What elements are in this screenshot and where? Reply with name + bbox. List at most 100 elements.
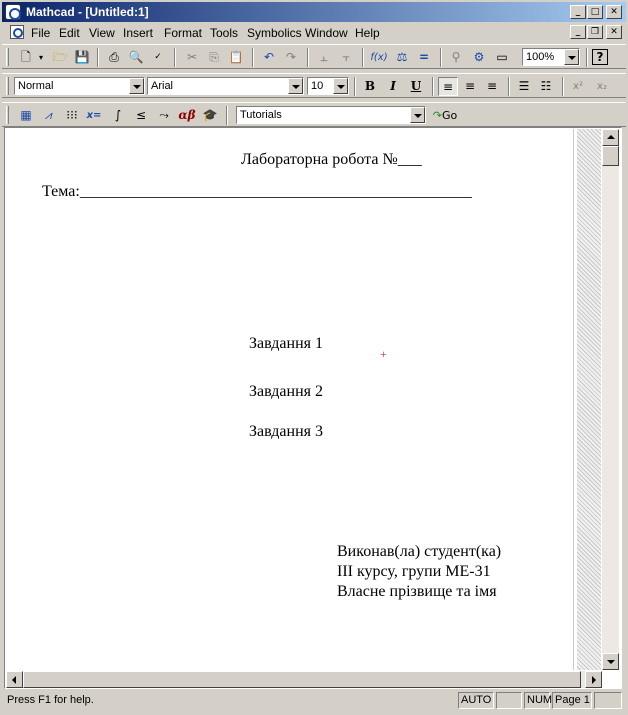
undo-icon[interactable]: ↶	[259, 48, 279, 67]
scroll-right-icon[interactable]	[585, 671, 602, 688]
new-file-icon[interactable]: 🗋	[16, 48, 36, 67]
task-3-text[interactable]: Завдання 3	[249, 423, 323, 441]
menu-edit[interactable]: Edit	[59, 26, 80, 40]
insert-component-icon[interactable]: ⚙	[469, 48, 489, 67]
superscript-icon[interactable]: x²	[568, 77, 588, 96]
font-value: Arial	[151, 80, 174, 92]
align-right-icon[interactable]: ≡	[482, 77, 502, 96]
new-dropdown-icon[interactable]: ▾	[36, 48, 46, 67]
align-down-icon[interactable]: ⫟	[336, 48, 356, 67]
subscript-icon[interactable]: x₂	[592, 77, 612, 96]
font-size-value: 10	[311, 80, 324, 92]
title-bar[interactable]: Mathcad - [Untitled:1] _ □ ✕	[2, 2, 626, 22]
resource-select[interactable]: Tutorials	[236, 106, 426, 124]
calculus-icon[interactable]: ∫	[108, 106, 128, 125]
task-1-text[interactable]: Завдання 1	[249, 335, 323, 353]
open-folder-icon[interactable]: 🗁	[50, 48, 70, 67]
bullet-list-icon[interactable]: ☰	[514, 77, 534, 96]
zoom-select[interactable]: 100%	[522, 48, 580, 66]
minimize-button[interactable]: _	[570, 5, 586, 19]
signature-line-2[interactable]: ІІІ курсу, групи МЕ-31	[337, 563, 491, 581]
toolbar-grip[interactable]	[6, 48, 9, 66]
caps-indicator	[496, 692, 522, 709]
boolean-icon[interactable]: ≤	[131, 106, 151, 125]
paste-icon[interactable]: 📋	[226, 48, 246, 67]
menu-window[interactable]: Window	[305, 26, 348, 40]
calculator-icon[interactable]: ▦	[16, 106, 36, 125]
resize-grip[interactable]	[594, 692, 622, 709]
programming-icon[interactable]: ⤳	[154, 106, 174, 125]
scroll-left-icon[interactable]	[6, 671, 23, 688]
doc-close-button[interactable]: ✕	[606, 25, 622, 39]
scroll-down-icon[interactable]	[602, 653, 619, 670]
task-2-text[interactable]: Завдання 2	[249, 383, 323, 401]
align-across-icon[interactable]: ⫠	[314, 48, 334, 67]
print-icon[interactable]: ⎙	[104, 48, 124, 67]
signature-line-3[interactable]: Власне прізвище та імя	[337, 583, 497, 601]
horizontal-scroll-thumb[interactable]	[23, 671, 581, 688]
topic-text[interactable]: Тема:___________________________________…	[42, 183, 472, 201]
menu-file[interactable]: File	[31, 26, 50, 40]
vertical-scrollbar[interactable]	[602, 129, 619, 670]
doc-minimize-button[interactable]: _	[570, 25, 586, 39]
help-icon[interactable]: ?	[592, 49, 608, 65]
horizontal-scrollbar[interactable]	[6, 671, 602, 688]
toolbar-grip[interactable]	[6, 77, 9, 95]
document-icon[interactable]	[10, 25, 24, 39]
page-edge-divider	[573, 129, 574, 670]
insert-unit-icon[interactable]: ⚖	[392, 48, 412, 67]
align-center-icon[interactable]: ≡	[460, 77, 480, 96]
menu-insert[interactable]: Insert	[123, 26, 153, 40]
zoom-value: 100%	[526, 51, 555, 63]
signature-line-1[interactable]: Виконав(ла) студент(ка)	[337, 543, 501, 561]
math-toolbar: ▦ ⩘ ⁝⁝⁝ x= ∫ ≤ ⤳ αβ 🎓 Tutorials ↷Go	[2, 102, 626, 127]
underline-button[interactable]: U	[406, 77, 426, 96]
print-preview-icon[interactable]: 🔍	[126, 48, 146, 67]
chevron-down-icon[interactable]	[410, 107, 425, 123]
redo-icon[interactable]: ↷	[281, 48, 301, 67]
vertical-scroll-thumb[interactable]	[602, 146, 619, 166]
insert-hyperlink-icon[interactable]: ⚲	[446, 48, 466, 67]
resource-center-icon[interactable]: ▭	[492, 48, 512, 67]
close-button[interactable]: ✕	[606, 5, 622, 19]
style-select[interactable]: Normal	[14, 77, 145, 95]
align-left-icon[interactable]: ≡	[438, 77, 458, 96]
bold-button[interactable]: B	[360, 77, 380, 96]
scroll-up-icon[interactable]	[602, 129, 619, 146]
cut-icon[interactable]: ✂	[182, 48, 202, 67]
lab-title-text[interactable]: Лабораторна робота №___	[241, 151, 422, 169]
evaluation-icon[interactable]: x=	[84, 106, 104, 125]
doc-restore-button[interactable]: ❐	[587, 25, 603, 39]
spell-check-icon[interactable]: ✓	[148, 48, 168, 67]
menu-format[interactable]: Format	[164, 26, 202, 40]
greek-icon[interactable]: αβ	[177, 106, 197, 125]
go-button[interactable]: ↷Go	[428, 106, 462, 125]
copy-icon[interactable]: ⎘	[204, 48, 224, 67]
worksheet-page[interactable]: Лабораторна робота №___ Тема:___________…	[6, 129, 576, 670]
calculate-icon[interactable]: =	[414, 48, 434, 67]
menu-symbolics[interactable]: Symbolics	[247, 26, 302, 40]
matrix-icon[interactable]: ⁝⁝⁝	[62, 106, 82, 125]
chevron-down-icon[interactable]	[129, 78, 144, 94]
toolbar-grip[interactable]	[6, 106, 9, 124]
numbered-list-icon[interactable]: ☷	[536, 77, 556, 96]
num-lock-indicator: NUM	[524, 692, 552, 709]
italic-button[interactable]: I	[383, 77, 403, 96]
insert-function-icon[interactable]: f(x)	[369, 48, 389, 67]
go-label: Go	[441, 109, 458, 122]
standard-toolbar: 🗋 ▾ 🗁 💾 ⎙ 🔍 ✓ ✂ ⎘ 📋 ↶ ↷ ⫠ ⫟ f(x) ⚖ = ⚲ ⚙…	[2, 44, 626, 69]
graph-icon[interactable]: ⩘	[38, 106, 58, 125]
maximize-button[interactable]: □	[587, 5, 603, 19]
symbolic-icon[interactable]: 🎓	[200, 106, 220, 125]
menu-view[interactable]: View	[89, 26, 115, 40]
menu-tools[interactable]: Tools	[210, 26, 238, 40]
font-select[interactable]: Arial	[147, 77, 304, 95]
save-disk-icon[interactable]: 💾	[72, 48, 92, 67]
chevron-down-icon[interactable]	[288, 78, 303, 94]
menu-help[interactable]: Help	[355, 26, 380, 40]
crosshair-cursor-icon: +	[380, 347, 387, 361]
chevron-down-icon[interactable]	[333, 78, 348, 94]
chevron-down-icon[interactable]	[564, 49, 579, 65]
mathcad-app-icon[interactable]	[5, 4, 21, 20]
font-size-select[interactable]: 10	[307, 77, 349, 95]
